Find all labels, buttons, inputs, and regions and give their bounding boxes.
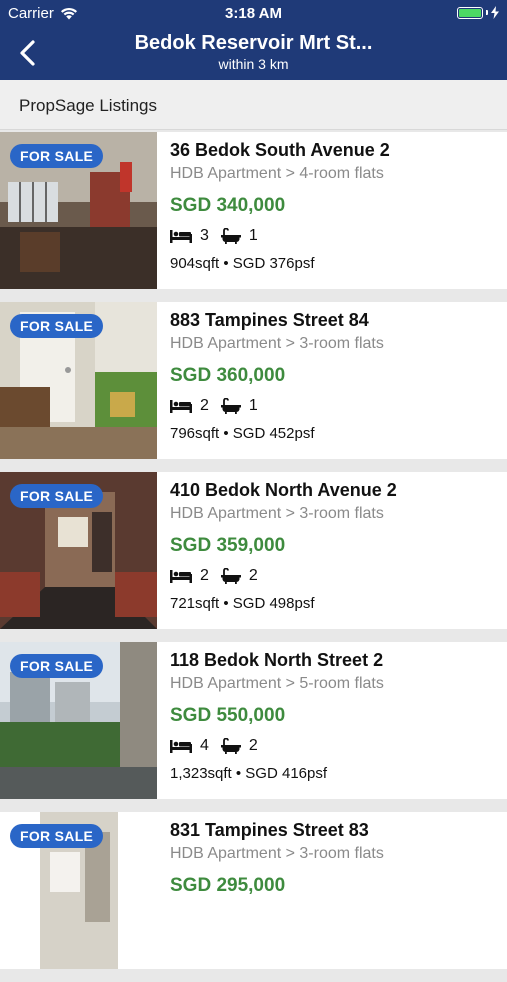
listing-size: 721sqft • SGD 498psf [170, 595, 315, 612]
listing-rooms: 2 2 [170, 567, 499, 585]
bed-icon [170, 230, 192, 243]
listing-card[interactable]: FOR SALE 36 Bedok South Avenue 2 HDB Apa… [0, 132, 507, 289]
listing-price: SGD 295,000 [170, 875, 286, 896]
section-title: PropSage Listings [19, 96, 157, 115]
listing-address: 410 Bedok North Avenue 2 [170, 480, 397, 500]
bathtub-icon [220, 228, 241, 244]
listing-info: 831 Tampines Street 83 HDB Apartment > 3… [170, 820, 499, 897]
listing-address: 831 Tampines Street 83 [170, 820, 369, 840]
listing-card[interactable]: FOR SALE 883 Tampines Street 84 HDB Apar… [0, 302, 507, 459]
status-bar: Carrier 3:18 AM [0, 0, 507, 28]
listing-card[interactable]: FOR SALE 118 Bedok North Street 2 HDB Ap… [0, 642, 507, 799]
bed-count: 3 [200, 227, 209, 244]
for-sale-badge: FOR SALE [10, 654, 104, 678]
battery-indicator [457, 6, 499, 19]
battery-icon [457, 6, 483, 19]
listing-type: HDB Apartment > 3-room flats [170, 845, 384, 862]
listing-card[interactable]: FOR SALE 410 Bedok North Avenue 2 HDB Ap… [0, 472, 507, 629]
bath-count: 2 [248, 737, 258, 754]
listing-address: 118 Bedok North Street 2 [170, 650, 384, 670]
listing-rooms: 4 2 [170, 737, 499, 755]
listing-price: SGD 359,000 [170, 535, 286, 556]
listing-type: HDB Apartment > 4-room flats [170, 165, 384, 182]
listing-info: 36 Bedok South Avenue 2 HDB Apartment > … [170, 140, 499, 272]
listing-size: 796sqft • SGD 452psf [170, 425, 315, 442]
bathtub-icon [220, 398, 241, 414]
listing-card[interactable]: FOR SALE 831 Tampines Street 83 HDB Apar… [0, 812, 507, 969]
for-sale-badge: FOR SALE [10, 144, 104, 168]
for-sale-badge: FOR SALE [10, 484, 104, 508]
bathtub-icon [220, 568, 241, 584]
bed-icon [170, 740, 192, 753]
listing-info: 883 Tampines Street 84 HDB Apartment > 3… [170, 310, 499, 442]
listing-info: 118 Bedok North Street 2 HDB Apartment >… [170, 650, 499, 782]
page-title: Bedok Reservoir Mrt St... [134, 32, 373, 54]
listing-address: 36 Bedok South Avenue 2 [170, 140, 390, 160]
charging-bolt-icon [491, 6, 499, 19]
listing-price: SGD 340,000 [170, 195, 286, 216]
listing-price: SGD 360,000 [170, 365, 286, 386]
listing-address: 883 Tampines Street 84 [170, 310, 369, 330]
navigation-bar: Bedok Reservoir Mrt St... within 3 km [0, 28, 507, 80]
listing-type: HDB Apartment > 5-room flats [170, 675, 384, 692]
bed-count: 2 [200, 397, 209, 414]
bed-count: 4 [200, 737, 209, 754]
bed-count: 2 [200, 567, 209, 584]
page-subtitle: within 3 km [218, 56, 289, 72]
listing-size: 1,323sqft • SGD 416psf [170, 765, 328, 782]
listing-list: FOR SALE 36 Bedok South Avenue 2 HDB Apa… [0, 132, 507, 982]
listing-size: 904sqft • SGD 376psf [170, 255, 315, 272]
for-sale-badge: FOR SALE [10, 824, 104, 848]
bed-icon [170, 400, 192, 413]
listing-rooms: 3 1 [170, 227, 499, 245]
listing-price: SGD 550,000 [170, 705, 286, 726]
bed-icon [170, 570, 192, 583]
bath-count: 2 [248, 567, 258, 584]
section-header: PropSage Listings [0, 80, 507, 130]
listing-info: 410 Bedok North Avenue 2 HDB Apartment >… [170, 480, 499, 612]
listing-type: HDB Apartment > 3-room flats [170, 335, 384, 352]
bath-count: 1 [248, 227, 258, 244]
back-arrow-icon[interactable] [14, 38, 44, 68]
listing-rooms: 2 1 [170, 397, 499, 415]
status-time: 3:18 AM [225, 5, 282, 22]
bath-count: 1 [248, 397, 258, 414]
for-sale-badge: FOR SALE [10, 314, 104, 338]
listing-type: HDB Apartment > 3-room flats [170, 505, 384, 522]
bathtub-icon [220, 738, 241, 754]
